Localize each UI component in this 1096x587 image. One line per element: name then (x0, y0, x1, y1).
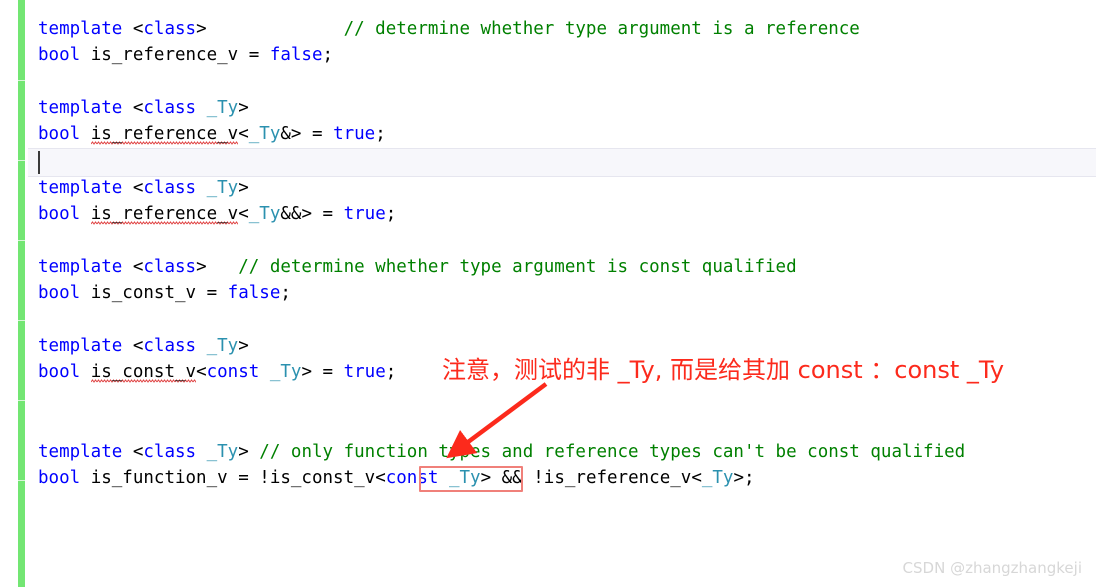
red-annotation-note: 注意，测试的非 _Ty, 而是给其加 const ：const _Ty (442, 356, 1005, 384)
token-ident-is-reference-v: is_reference_v (90, 204, 239, 225)
token-punct: = (196, 283, 228, 303)
token-type-ty: _Ty (269, 362, 302, 382)
token-comment-const: // determine whether type argument is co… (238, 257, 797, 277)
token-keyword-class: class (143, 19, 197, 39)
token-keyword-class: class (143, 257, 197, 277)
token-type-ty: _Ty (701, 468, 734, 488)
token-punct: > (238, 336, 249, 356)
token-punct: < (238, 204, 249, 224)
code-line-4[interactable]: bool is_reference_v<_Ty&> = true; (38, 119, 386, 149)
token-keyword-class: class (143, 98, 197, 118)
token-keyword-template: template (38, 178, 123, 198)
token-punct: > (238, 98, 249, 118)
token-type-ty: _Ty (206, 442, 239, 462)
token-comment-function: // only function types and reference typ… (259, 442, 966, 462)
token-punct: < (375, 468, 386, 488)
token-comment-reference: // determine whether type argument is a … (343, 19, 860, 39)
token-ident-is-function-v: is_function_v (90, 468, 228, 488)
token-punct: < (238, 124, 249, 144)
token-keyword-bool: bool (38, 468, 81, 488)
token-punct: = ! (227, 468, 270, 488)
token-keyword-class: class (143, 442, 197, 462)
token-keyword-false: false (269, 45, 323, 65)
token-type-ty: _Ty (248, 124, 281, 144)
token-keyword-template: template (38, 19, 123, 39)
token-punct: ; (322, 45, 334, 65)
token-punct: < (196, 362, 207, 382)
token-type-ty: _Ty (206, 336, 239, 356)
token-punct: > (238, 178, 249, 198)
token-ident-is-const-v: is_const_v (90, 283, 197, 303)
token-keyword-template: template (38, 257, 123, 277)
token-punct: ; (385, 362, 397, 382)
token-keyword-true: true (343, 362, 386, 382)
token-keyword-template: template (38, 442, 123, 462)
token-punct: > = (301, 362, 344, 382)
token-keyword-bool: bool (38, 283, 81, 303)
change-tracking-bar (18, 0, 25, 587)
code-editor-surface[interactable]: template <class> // determine whether ty… (0, 0, 1096, 587)
token-keyword-true: true (343, 204, 386, 224)
token-ident-is-const-v: is_const_v (269, 468, 376, 488)
token-keyword-const: const (206, 362, 260, 382)
token-punct: = (238, 45, 270, 65)
token-keyword-bool: bool (38, 362, 81, 382)
token-type-ty: _Ty (206, 98, 239, 118)
token-punct: &&> = (280, 204, 344, 224)
code-line-11[interactable]: bool is_const_v<const _Ty> = true; (38, 357, 396, 387)
token-punct: < (691, 468, 702, 488)
token-punct: &> = (280, 124, 334, 144)
token-punct: > (196, 19, 344, 39)
token-keyword-template: template (38, 336, 123, 356)
token-punct: ; (385, 204, 397, 224)
token-type-ty: _Ty (248, 204, 281, 224)
token-punct: < (122, 98, 144, 118)
token-ident-is-reference-v: is_reference_v (90, 45, 239, 65)
token-keyword-true: true (333, 124, 376, 144)
token-punct: < (122, 257, 144, 277)
code-line-9[interactable]: bool is_const_v = false; (38, 278, 291, 308)
token-keyword-bool: bool (38, 124, 81, 144)
token-punct: > (196, 257, 239, 277)
csdn-watermark: CSDN @zhangzhangkeji (902, 559, 1082, 577)
token-punct: < (122, 178, 144, 198)
code-text-area[interactable]: template <class> // determine whether ty… (38, 0, 1096, 587)
token-ident-is-reference-v: is_reference_v (90, 124, 239, 145)
token-keyword-false: false (227, 283, 281, 303)
token-keyword-template: template (38, 98, 123, 118)
token-keyword-bool: bool (38, 45, 81, 65)
token-punct: < (122, 336, 144, 356)
token-type-ty: _Ty (206, 178, 239, 198)
code-line-7[interactable]: bool is_reference_v<_Ty&&> = true; (38, 199, 396, 229)
token-keyword-class: class (143, 336, 197, 356)
token-punct: > (238, 442, 260, 462)
token-punct: < (122, 19, 144, 39)
token-keyword-bool: bool (38, 204, 81, 224)
token-ident-is-reference-v: is_reference_v (543, 468, 692, 488)
code-line-13[interactable]: bool is_function_v = !is_const_v<const _… (38, 463, 755, 493)
token-punct: < (122, 442, 144, 462)
token-keyword-class: class (143, 178, 197, 198)
const-ty-highlight-box (419, 466, 523, 492)
code-line-2[interactable]: bool is_reference_v = false; (38, 40, 333, 70)
token-ident-is-const-v: is_const_v (90, 362, 197, 383)
token-punct: >; (733, 468, 755, 488)
token-punct: ; (280, 283, 291, 303)
token-punct: ; (375, 124, 386, 144)
